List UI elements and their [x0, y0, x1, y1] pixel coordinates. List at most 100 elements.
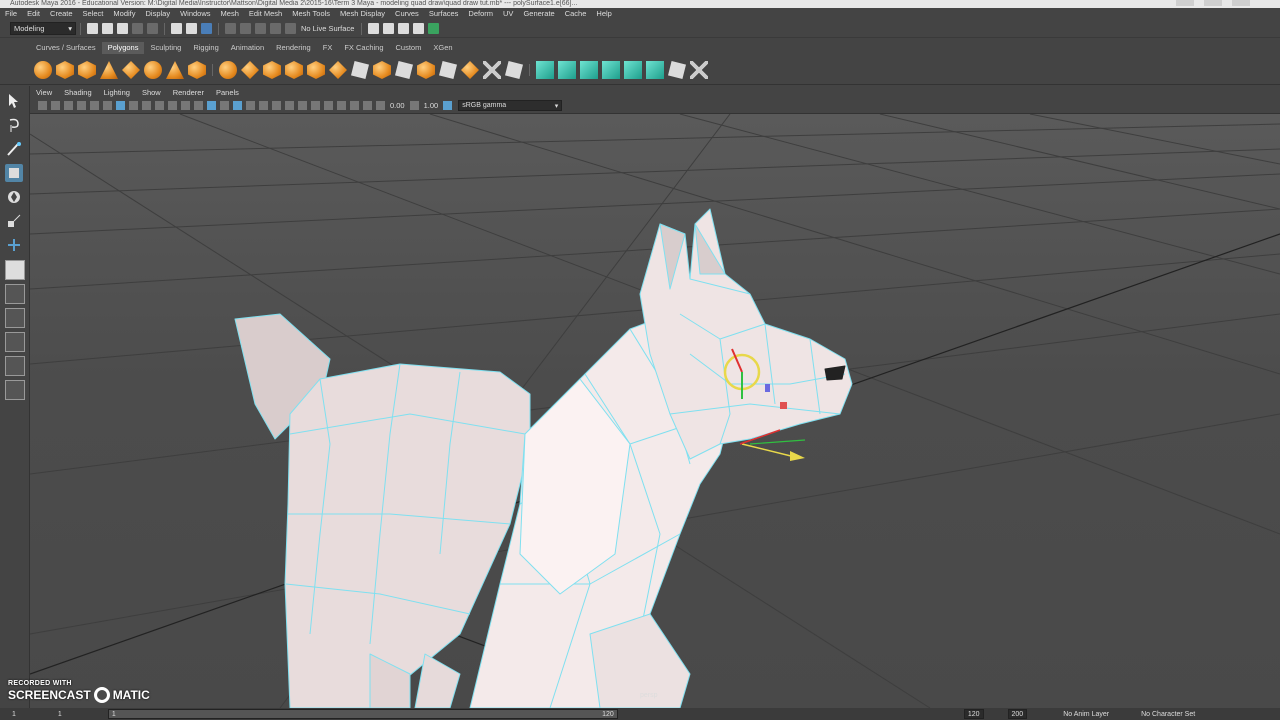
smooth-shade-icon[interactable] [207, 101, 216, 110]
checker-icon[interactable] [668, 61, 686, 79]
poly-sphere-icon[interactable] [34, 61, 52, 79]
menu-uv[interactable]: UV [498, 8, 518, 20]
separate-icon[interactable] [241, 61, 259, 79]
gamma-icon[interactable] [409, 101, 419, 110]
poly-cube-icon[interactable] [56, 61, 74, 79]
maximize-button[interactable] [1204, 0, 1222, 6]
animation-end-field[interactable]: 200 [1007, 709, 1028, 719]
menu-modify[interactable]: Modify [108, 8, 140, 20]
panel-menu-lighting[interactable]: Lighting [98, 88, 136, 97]
motion-blur-icon[interactable] [298, 101, 307, 110]
cylindrical-uv-icon[interactable] [558, 61, 576, 79]
live-surface-label[interactable]: No Live Surface [298, 24, 357, 33]
poly-plane-icon[interactable] [122, 61, 140, 79]
tab-xgen[interactable]: XGen [427, 42, 458, 54]
grease-pencil-icon[interactable] [90, 101, 99, 110]
hypershade-icon[interactable] [428, 23, 440, 34]
redo-icon[interactable] [147, 23, 158, 34]
lasso-tool-icon[interactable] [5, 116, 23, 134]
panel-menu-renderer[interactable]: Renderer [167, 88, 210, 97]
animation-start-field[interactable]: 1 [0, 711, 22, 718]
snap-view-plane-icon[interactable] [270, 23, 281, 34]
bridge-icon[interactable] [395, 61, 413, 79]
tab-fx[interactable]: FX [317, 42, 339, 54]
image-plane-icon[interactable] [64, 101, 73, 110]
render-current-icon[interactable] [383, 23, 395, 34]
tab-curves-surfaces[interactable]: Curves / Surfaces [30, 42, 102, 54]
uv-editor-icon[interactable] [646, 61, 664, 79]
default-material-icon[interactable] [220, 101, 229, 110]
film-gate-icon[interactable] [116, 101, 125, 110]
gate-mask-icon[interactable] [142, 101, 151, 110]
menu-edit[interactable]: Edit [22, 8, 45, 20]
playback-end-field[interactable]: 120 [963, 709, 984, 719]
menu-curves[interactable]: Curves [390, 8, 424, 20]
menu-deform[interactable]: Deform [463, 8, 498, 20]
poly-pipe-icon[interactable] [188, 61, 206, 79]
tab-fx-caching[interactable]: FX Caching [338, 42, 389, 54]
select-object-icon[interactable] [186, 23, 197, 34]
tab-rendering[interactable]: Rendering [270, 42, 317, 54]
safe-title-icon[interactable] [181, 101, 190, 110]
depth-of-field-icon[interactable] [324, 101, 333, 110]
playback-start-field[interactable]: 1 [22, 711, 68, 718]
undo-icon[interactable] [132, 23, 143, 34]
gamma-field[interactable]: 1.00 [421, 101, 442, 110]
snap-curve-icon[interactable] [240, 23, 251, 34]
rotate-tool-icon[interactable] [5, 188, 23, 206]
dog-mesh[interactable] [234, 208, 853, 708]
fill-hole-icon[interactable] [417, 61, 435, 79]
camera-attributes-icon[interactable] [38, 101, 47, 110]
anim-layer-dropdown[interactable]: No Anim Layer [1057, 711, 1115, 718]
select-hierarchy-icon[interactable] [171, 23, 182, 34]
persp-outliner-layout-icon[interactable] [5, 308, 25, 328]
menu-create[interactable]: Create [45, 8, 78, 20]
wireframe-on-shaded-icon[interactable] [233, 101, 242, 110]
character-set-dropdown[interactable]: No Character Set [1135, 711, 1201, 718]
menu-generate[interactable]: Generate [518, 8, 559, 20]
multi-cut-icon[interactable] [351, 61, 369, 79]
tab-sculpting[interactable]: Sculpting [144, 42, 187, 54]
bevel-icon[interactable] [373, 61, 391, 79]
persp-hypershade-layout-icon[interactable] [5, 356, 25, 376]
smooth-icon[interactable] [285, 61, 303, 79]
ambient-occlusion-icon[interactable] [285, 101, 294, 110]
xray-icon[interactable] [350, 101, 359, 110]
four-view-layout-icon[interactable] [5, 284, 25, 304]
safe-action-icon[interactable] [168, 101, 177, 110]
menu-display[interactable]: Display [141, 8, 176, 20]
menu-edit-mesh[interactable]: Edit Mesh [244, 8, 287, 20]
textured-icon[interactable] [246, 101, 255, 110]
snap-grid-icon[interactable] [225, 23, 236, 34]
snap-point-icon[interactable] [255, 23, 266, 34]
isolate-select-icon[interactable] [337, 101, 346, 110]
last-tool-icon[interactable] [5, 236, 23, 254]
select-component-icon[interactable] [201, 23, 212, 34]
wireframe-icon[interactable] [194, 101, 203, 110]
panel-menu-show[interactable]: Show [136, 88, 167, 97]
menu-mesh[interactable]: Mesh [216, 8, 244, 20]
target-weld-icon[interactable] [505, 61, 523, 79]
close-button[interactable] [1232, 0, 1250, 6]
poly-cone-icon[interactable] [100, 61, 118, 79]
resolution-gate-icon[interactable] [129, 101, 138, 110]
reduce-icon[interactable] [307, 61, 325, 79]
mirror-icon[interactable] [263, 61, 281, 79]
cut-uv-icon[interactable] [690, 61, 708, 79]
tab-animation[interactable]: Animation [225, 42, 270, 54]
bookmark-icon[interactable] [51, 101, 60, 110]
poly-pyramid-icon[interactable] [166, 61, 184, 79]
menu-mesh-display[interactable]: Mesh Display [335, 8, 390, 20]
save-scene-icon[interactable] [117, 23, 128, 34]
menu-select[interactable]: Select [78, 8, 109, 20]
exposure-field[interactable]: 0.00 [387, 101, 408, 110]
shadows-icon[interactable] [272, 101, 281, 110]
field-chart-icon[interactable] [155, 101, 164, 110]
scale-tool-icon[interactable] [5, 212, 23, 230]
outliner-persp-layout-icon[interactable] [5, 380, 25, 400]
tab-custom[interactable]: Custom [390, 42, 428, 54]
tab-rigging[interactable]: Rigging [187, 42, 224, 54]
tab-polygons[interactable]: Polygons [101, 42, 145, 54]
poly-torus-icon[interactable] [144, 61, 162, 79]
menu-cache[interactable]: Cache [560, 8, 592, 20]
